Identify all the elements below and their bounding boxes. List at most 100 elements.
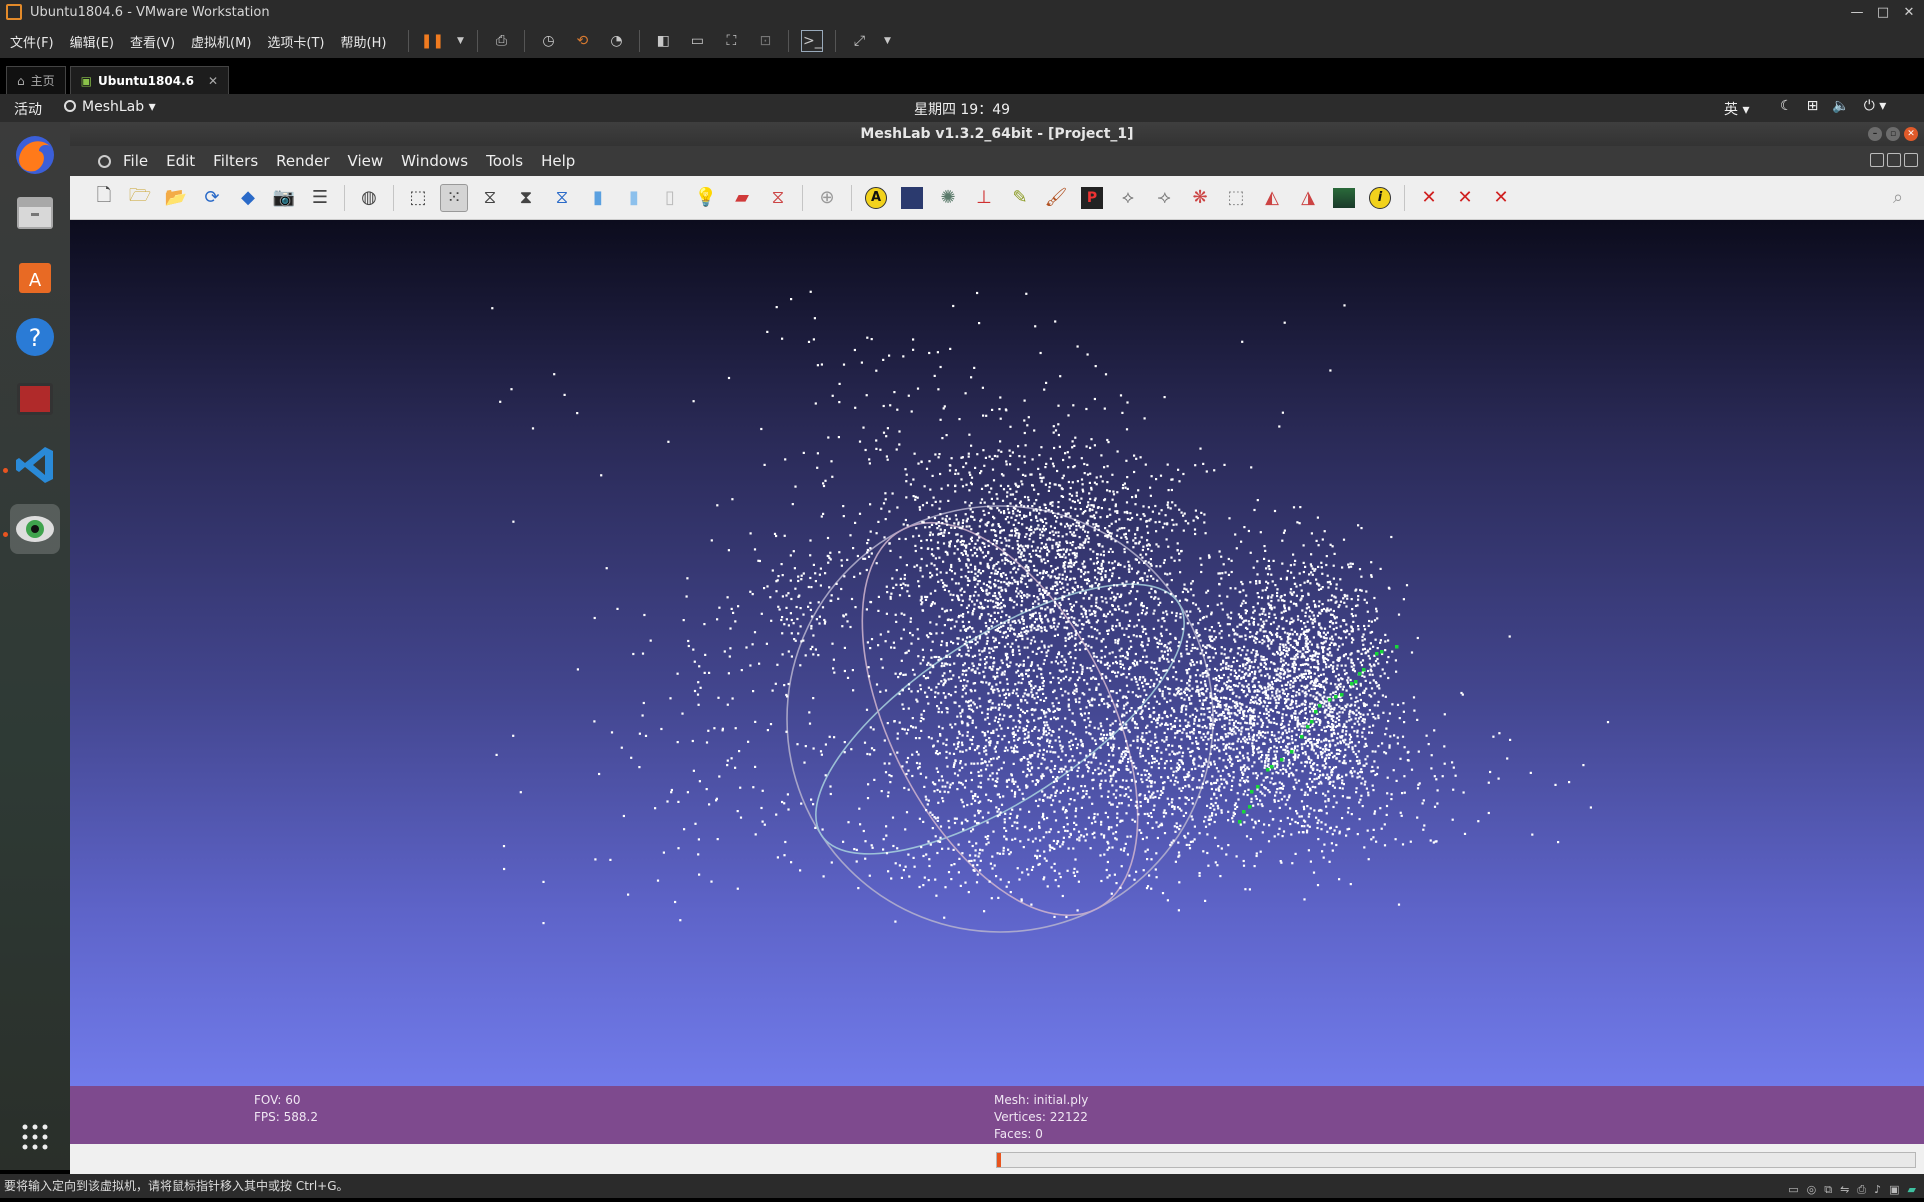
select-faces-icon[interactable]: ⟡ bbox=[1114, 184, 1142, 212]
point bbox=[1034, 528, 1037, 531]
menu-edit[interactable]: Edit bbox=[166, 152, 195, 170]
delete-faces-vertices-icon[interactable]: ✕ bbox=[1451, 184, 1479, 212]
import-mesh-icon[interactable]: 📂 bbox=[162, 184, 190, 212]
system-tray[interactable]: ☾ ⊞ 🔈 ⏻ ▾ bbox=[1780, 98, 1886, 114]
maximize-icon[interactable]: □ bbox=[1872, 5, 1894, 20]
render-flat-icon[interactable]: ▮ bbox=[584, 184, 612, 212]
console-view-icon[interactable]: ▭ bbox=[686, 30, 708, 52]
open-project-icon[interactable]: 🗁 bbox=[126, 184, 154, 212]
input-method-indicator[interactable]: 英 ▾ bbox=[1724, 99, 1749, 119]
stretch-icon[interactable]: ⤢ bbox=[848, 30, 870, 52]
tab-close-icon[interactable]: ✕ bbox=[208, 74, 218, 88]
new-project-icon[interactable]: 🗋 bbox=[90, 184, 118, 212]
delete-faces-icon[interactable]: ✕ bbox=[1415, 184, 1443, 212]
fancy-lighting-icon[interactable]: ⊕ bbox=[813, 184, 841, 212]
mdi-close-icon[interactable] bbox=[1904, 153, 1918, 167]
menu-tools[interactable]: Tools bbox=[486, 152, 523, 170]
close-icon[interactable]: ✕ bbox=[1898, 5, 1920, 20]
meshlab-dock-icon[interactable] bbox=[10, 504, 60, 554]
double-side-lighting-icon[interactable]: ⧖ bbox=[764, 184, 792, 212]
firefox-icon[interactable] bbox=[10, 130, 60, 180]
layers-icon[interactable]: ☰ bbox=[306, 184, 334, 212]
send-keys-icon[interactable]: ⎙ bbox=[490, 30, 512, 52]
point bbox=[1370, 687, 1374, 690]
info-icon[interactable]: i bbox=[1366, 184, 1394, 212]
render-bbox-icon[interactable]: ⬚ bbox=[404, 184, 432, 212]
vscode-icon[interactable] bbox=[10, 440, 60, 490]
menu-filters[interactable]: Filters bbox=[213, 152, 258, 170]
search-icon[interactable]: ⌕ bbox=[1884, 184, 1912, 212]
files-icon[interactable] bbox=[10, 188, 60, 238]
raster-icon[interactable] bbox=[1330, 184, 1358, 212]
axes-icon[interactable]: ⊥ bbox=[970, 184, 998, 212]
tab-home[interactable]: ⌂ 主页 bbox=[6, 66, 66, 94]
activities-button[interactable]: 活动 bbox=[14, 99, 42, 119]
revert-snapshot-icon[interactable]: ⟲ bbox=[571, 30, 593, 52]
menu-view[interactable]: View bbox=[348, 152, 384, 170]
maximize-icon[interactable]: ▫ bbox=[1886, 127, 1900, 141]
point bbox=[1443, 762, 1446, 765]
library-view-icon[interactable]: ◧ bbox=[652, 30, 674, 52]
delete-vertices-icon[interactable]: ✕ bbox=[1487, 184, 1515, 212]
app-menu[interactable]: MeshLab ▾ bbox=[64, 99, 156, 115]
point bbox=[1033, 488, 1036, 491]
menu-render[interactable]: Render bbox=[276, 152, 329, 170]
mdi-minimize-icon[interactable] bbox=[1870, 153, 1884, 167]
manipulator-icon[interactable]: ✺ bbox=[934, 184, 962, 212]
3d-viewport[interactable] bbox=[70, 220, 1924, 1086]
tab-ubuntu[interactable]: ▣ Ubuntu1804.6 ✕ bbox=[69, 66, 230, 94]
vm-menu-tabs[interactable]: 选项卡(T) bbox=[267, 32, 324, 51]
backface-cull-icon[interactable]: ▰ bbox=[728, 184, 756, 212]
render-smooth-icon[interactable]: ▮ bbox=[620, 184, 648, 212]
vm-menu-edit[interactable]: 编辑(E) bbox=[70, 32, 114, 51]
software-center-icon[interactable]: A bbox=[10, 250, 60, 300]
dropdown-arrow-icon[interactable]: ▼ bbox=[882, 30, 892, 52]
menu-help[interactable]: Help bbox=[541, 152, 575, 170]
point bbox=[941, 437, 944, 440]
bounding-box-icon[interactable]: ◍ bbox=[355, 184, 383, 212]
measure-icon[interactable]: ◮ bbox=[1294, 184, 1322, 212]
clock[interactable]: 星期四 19：49 bbox=[914, 102, 1010, 118]
export-mesh-icon[interactable]: ◆ bbox=[234, 184, 262, 212]
render-texture-icon[interactable]: ▯ bbox=[656, 184, 684, 212]
render-wireframe-icon[interactable]: ⧖ bbox=[476, 184, 504, 212]
unity-icon[interactable]: ⊡ bbox=[754, 30, 776, 52]
annotation-icon[interactable]: A bbox=[862, 184, 890, 212]
brush-icon[interactable]: 🖌 bbox=[1042, 184, 1070, 212]
menu-file[interactable]: File bbox=[123, 152, 148, 170]
vm-menu-file[interactable]: 文件(F) bbox=[10, 32, 54, 51]
select-connected-icon[interactable]: ❋ bbox=[1186, 184, 1214, 212]
show-applications-icon[interactable] bbox=[10, 1112, 60, 1162]
render-points-icon[interactable]: ⁙ bbox=[440, 183, 468, 212]
render-flat-lines-icon[interactable]: ⧖ bbox=[548, 184, 576, 212]
dropdown-arrow-icon[interactable]: ▼ bbox=[455, 30, 465, 52]
reload-icon[interactable]: ⟳ bbox=[198, 184, 226, 212]
remote-desktop-icon[interactable] bbox=[10, 374, 60, 424]
snapshot-icon[interactable]: ◷ bbox=[537, 30, 559, 52]
light-icon[interactable]: 💡 bbox=[692, 184, 720, 212]
help-icon[interactable]: ? bbox=[10, 312, 60, 362]
vm-menu-help[interactable]: 帮助(H) bbox=[341, 32, 387, 51]
point bbox=[1028, 829, 1031, 832]
snapshot-manager-icon[interactable]: ◔ bbox=[605, 30, 627, 52]
point bbox=[1030, 773, 1033, 776]
select-region-icon[interactable]: ⬚ bbox=[1222, 184, 1250, 212]
paint-icon[interactable]: ✎ bbox=[1006, 184, 1034, 212]
pause-icon[interactable]: ❚❚ bbox=[421, 30, 444, 52]
close-icon[interactable]: ✕ bbox=[1904, 127, 1918, 141]
align-icon[interactable]: ◭ bbox=[1258, 184, 1286, 212]
minimize-icon[interactable]: – bbox=[1868, 127, 1882, 141]
terminal-icon[interactable]: >_ bbox=[801, 30, 824, 52]
fullscreen-icon[interactable]: ⛶ bbox=[720, 30, 742, 52]
vm-menu-view[interactable]: 查看(V) bbox=[130, 32, 175, 51]
vm-menu-vm[interactable]: 虚拟机(M) bbox=[191, 32, 251, 51]
shader-icon[interactable] bbox=[898, 184, 926, 212]
pick-points-icon[interactable]: P bbox=[1078, 184, 1106, 212]
minimize-icon[interactable]: — bbox=[1846, 5, 1868, 20]
point-cloud-canvas[interactable] bbox=[70, 220, 1924, 1086]
select-vertices-icon[interactable]: ⟢ bbox=[1150, 184, 1178, 212]
menu-windows[interactable]: Windows bbox=[401, 152, 468, 170]
render-hidden-lines-icon[interactable]: ⧗ bbox=[512, 184, 540, 212]
mdi-restore-icon[interactable] bbox=[1887, 153, 1901, 167]
snapshot-icon[interactable]: 📷 bbox=[270, 184, 298, 212]
